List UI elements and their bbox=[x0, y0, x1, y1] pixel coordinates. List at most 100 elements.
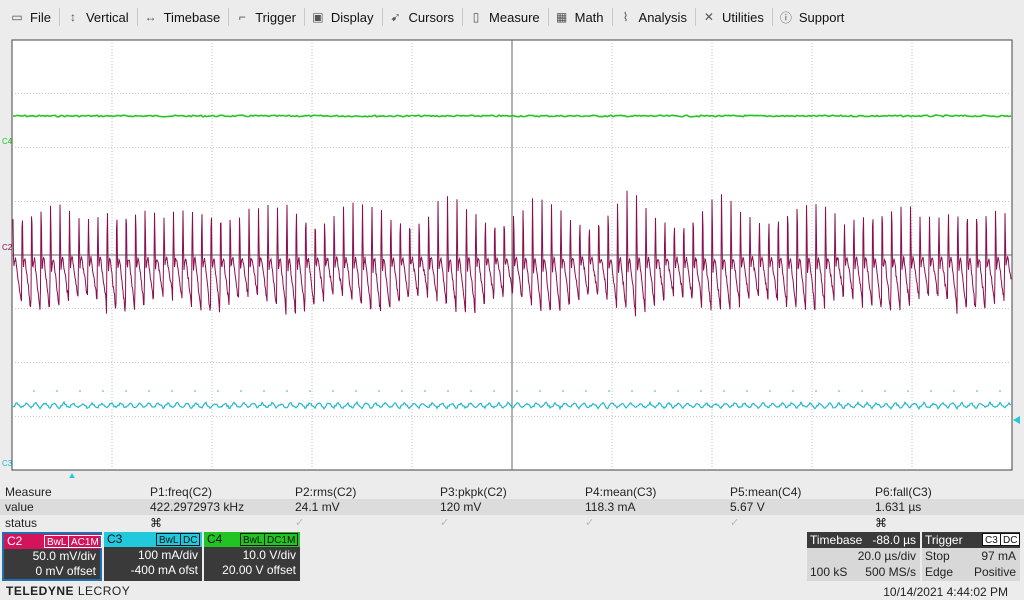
timebase-samples: 100 kS bbox=[810, 565, 848, 579]
c2-marker-label[interactable]: C2 bbox=[2, 243, 13, 252]
trigger-level: 97 mA bbox=[981, 549, 1016, 563]
warning-icon: ⌘ bbox=[875, 516, 887, 530]
menu-analysis[interactable]: ⌇ Analysis bbox=[613, 4, 695, 30]
menu-vertical-label: Vertical bbox=[85, 9, 129, 25]
c3-dot bbox=[884, 390, 886, 392]
checkmark-icon: ✓ bbox=[585, 517, 595, 529]
measure-p2-name[interactable]: P2:rms(C2) bbox=[295, 485, 356, 499]
menu-utilities-label: Utilities bbox=[721, 9, 764, 25]
measure-title: Measure bbox=[5, 485, 52, 499]
menu-cursors[interactable]: ➹ Cursors bbox=[383, 4, 463, 30]
waveform-grid[interactable]: C4 C2 C3 bbox=[0, 34, 1024, 478]
measure-value-label: value bbox=[5, 500, 34, 514]
c3-dot bbox=[700, 390, 702, 392]
c3-dot bbox=[953, 390, 955, 392]
c3-dot bbox=[263, 390, 265, 392]
menu-trigger[interactable]: ⌐ Trigger bbox=[229, 4, 304, 30]
trigger-descriptor[interactable]: Trigger C3 DC Stop 97 mA Edge Positive bbox=[922, 532, 1021, 581]
measure-icon: ▯ bbox=[472, 10, 480, 24]
channel-c2-descriptor[interactable]: C2 BwL AC1M 50.0 mV/div 0 mV offset bbox=[2, 532, 102, 581]
c3-bw-tag: BwL bbox=[156, 533, 182, 546]
c3-dot bbox=[769, 390, 771, 392]
timebase-scale: 20.0 µs/div bbox=[857, 549, 916, 563]
measure-p1-name[interactable]: P1:freq(C2) bbox=[150, 485, 212, 499]
c2-offset: 0 mV offset bbox=[35, 564, 96, 578]
trigger-mode: Stop bbox=[925, 549, 950, 563]
timebase-rate: 500 MS/s bbox=[865, 565, 916, 579]
menu-support[interactable]: ⓘ Support bbox=[773, 4, 853, 30]
c3-dot bbox=[815, 390, 817, 392]
channel-c3-descriptor[interactable]: C3 BwL DC 100 mA/div -400 mA ofst bbox=[104, 532, 202, 581]
c3-coupling-tag: DC bbox=[180, 533, 201, 546]
measure-p2-value: 24.1 mV bbox=[295, 500, 340, 514]
horizontal-arrows-icon: ↔ bbox=[144, 10, 157, 24]
c2-name: C2 bbox=[7, 534, 23, 548]
waveform-display[interactable]: C4 C2 C3 bbox=[0, 34, 1024, 478]
trigger-source-tag: C3 bbox=[982, 533, 1001, 546]
c3-name: C3 bbox=[107, 532, 123, 546]
menu-file[interactable]: ▭ File bbox=[4, 4, 59, 30]
menu-utilities[interactable]: ✕ Utilities bbox=[696, 4, 772, 30]
checkmark-icon: ✓ bbox=[730, 517, 740, 529]
menu-display[interactable]: ▣ Display bbox=[305, 4, 382, 30]
c3-marker-label[interactable]: C3 bbox=[2, 459, 13, 468]
c3-scale: 100 mA/div bbox=[137, 548, 198, 562]
measure-p4-name[interactable]: P4:mean(C3) bbox=[585, 485, 656, 499]
menu-measure-label: Measure bbox=[489, 9, 540, 25]
c3-dot bbox=[746, 390, 748, 392]
c3-dot bbox=[723, 390, 725, 392]
c3-dot bbox=[677, 390, 679, 392]
c3-dot bbox=[654, 390, 656, 392]
c3-header: C3 BwL DC bbox=[104, 532, 202, 547]
c3-dot bbox=[194, 390, 196, 392]
c3-dot bbox=[33, 390, 35, 392]
c3-dot bbox=[79, 390, 81, 392]
c3-dot bbox=[286, 390, 288, 392]
c3-dot bbox=[447, 390, 449, 392]
c3-dot bbox=[102, 390, 104, 392]
c3-dot bbox=[930, 390, 932, 392]
c2-bw-tag: BwL bbox=[44, 535, 70, 548]
timebase-descriptor[interactable]: Timebase -88.0 µs 20.0 µs/div 100 kS 500… bbox=[807, 532, 920, 581]
c3-dot bbox=[240, 390, 242, 392]
measure-p5-name[interactable]: P5:mean(C4) bbox=[730, 485, 801, 499]
file-icon: ▭ bbox=[11, 10, 23, 24]
c3-offset: -400 mA ofst bbox=[130, 563, 198, 577]
measure-p3-name[interactable]: P3:pkpk(C2) bbox=[440, 485, 507, 499]
menu-math-label: Math bbox=[574, 9, 604, 25]
c3-dot bbox=[838, 390, 840, 392]
measure-p6-name[interactable]: P6:fall(C3) bbox=[875, 485, 932, 499]
measure-p4-value: 118.3 mA bbox=[585, 500, 636, 514]
analysis-chart-icon: ⌇ bbox=[622, 10, 629, 24]
c4-name: C4 bbox=[207, 532, 223, 546]
cursor-icon: ➹ bbox=[390, 10, 401, 24]
info-icon: ⓘ bbox=[779, 10, 792, 25]
menu-math[interactable]: ▦ Math bbox=[549, 4, 612, 30]
menu-vertical[interactable]: ↕ Vertical bbox=[60, 4, 137, 30]
c4-bw-tag: BwL bbox=[240, 533, 266, 546]
c4-offset: 20.00 V offset bbox=[222, 563, 296, 577]
c4-marker-label[interactable]: C4 bbox=[2, 137, 13, 146]
measure-p6-value: 1.631 µs bbox=[875, 500, 922, 514]
channel-c4-descriptor[interactable]: C4 BwL DC1M 10.0 V/div 20.00 V offset bbox=[204, 532, 300, 581]
measure-table: Measure P1:freq(C2) P2:rms(C2) P3:pkpk(C… bbox=[0, 482, 1024, 532]
status-footer: TELEDYNE LECROY 10/14/2021 4:44:02 PM bbox=[0, 583, 1024, 600]
menu-file-label: File bbox=[30, 9, 51, 25]
trigger-time-marker[interactable] bbox=[68, 473, 76, 478]
trigger-type: Edge bbox=[925, 565, 954, 579]
menu-timebase[interactable]: ↔ Timebase bbox=[138, 4, 229, 30]
trigger-level-marker[interactable] bbox=[1013, 416, 1020, 424]
c2-header: C2 BwL AC1M bbox=[4, 534, 102, 549]
measure-value-row: value 422.2972973 kHz 24.1 mV 120 mV 118… bbox=[0, 499, 1024, 515]
c3-dot bbox=[608, 390, 610, 392]
c3-dot bbox=[976, 390, 978, 392]
trigger-icon: ⌐ bbox=[238, 10, 246, 24]
menu-measure[interactable]: ▯ Measure bbox=[463, 4, 548, 30]
datetime-display: 10/14/2021 4:44:02 PM bbox=[883, 585, 1008, 599]
timebase-header: Timebase -88.0 µs bbox=[807, 532, 920, 548]
c3-dot bbox=[401, 390, 403, 392]
c3-dot bbox=[861, 390, 863, 392]
c2-coupling-tag: AC1M bbox=[68, 535, 102, 548]
c4-coupling-tag: DC1M bbox=[264, 533, 299, 546]
menu-trigger-label: Trigger bbox=[255, 9, 296, 25]
